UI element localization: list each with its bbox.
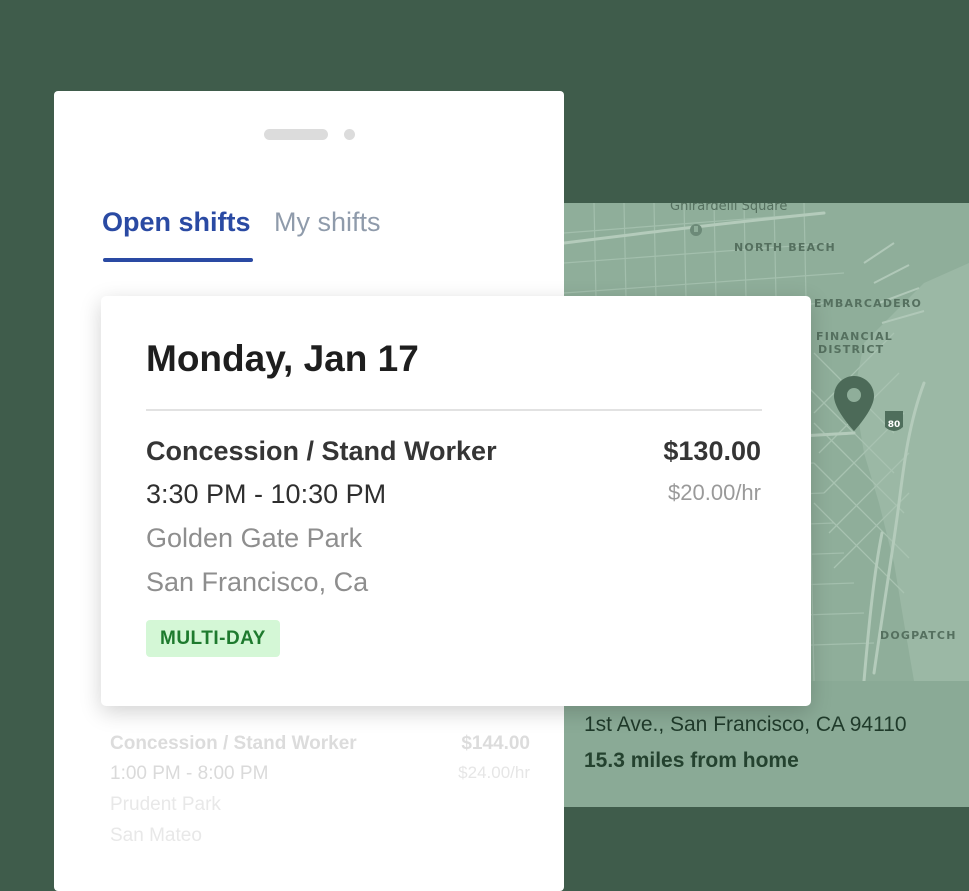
shift-location: Golden Gate Park: [146, 523, 363, 553]
next-shift-rate: $24.00/hr: [458, 763, 530, 782]
distance-from-home: 15.3 miles from home: [584, 749, 799, 772]
next-shift-pay: $144.00: [461, 733, 530, 754]
shift-time: 3:30 PM - 10:30 PM: [146, 479, 387, 509]
shift-card[interactable]: Monday, Jan 17 Concession / Stand Worker…: [101, 296, 811, 706]
map-label-dogpatch: DOGPATCH: [880, 629, 957, 642]
shift-city: San Francisco, Ca: [146, 567, 369, 597]
tab-open-shifts[interactable]: Open shifts: [102, 207, 251, 238]
shift-date: Monday, Jan 17: [146, 338, 419, 379]
next-shift-location: Prudent Park: [110, 794, 221, 815]
camera-dot: [344, 129, 355, 140]
map-label-ghirardelli: Ghirardelli Square: [670, 203, 788, 214]
map-label-financial: FINANCIAL: [816, 330, 894, 343]
shift-address: 1st Ave., San Francisco, CA 94110: [584, 713, 907, 736]
map-label-district: DISTRICT: [818, 343, 885, 356]
poi-icon: [690, 224, 702, 236]
highway-shield-icon: 80: [885, 411, 903, 431]
shift-hourly-rate: $20.00/hr: [668, 480, 761, 505]
active-tab-indicator: [103, 258, 253, 262]
svg-text:80: 80: [888, 420, 901, 430]
shift-title: Concession / Stand Worker: [146, 436, 497, 466]
speaker-notch: [264, 129, 328, 140]
shift-total-pay: $130.00: [663, 436, 761, 466]
tab-my-shifts[interactable]: My shifts: [274, 207, 381, 238]
map-label-embarcadero: EMBARCADERO: [814, 297, 923, 310]
map-label-north-beach: NORTH BEACH: [734, 241, 836, 254]
multi-day-badge: MULTI-DAY: [146, 620, 280, 657]
divider: [146, 409, 762, 411]
next-shift-city: San Mateo: [110, 825, 202, 846]
